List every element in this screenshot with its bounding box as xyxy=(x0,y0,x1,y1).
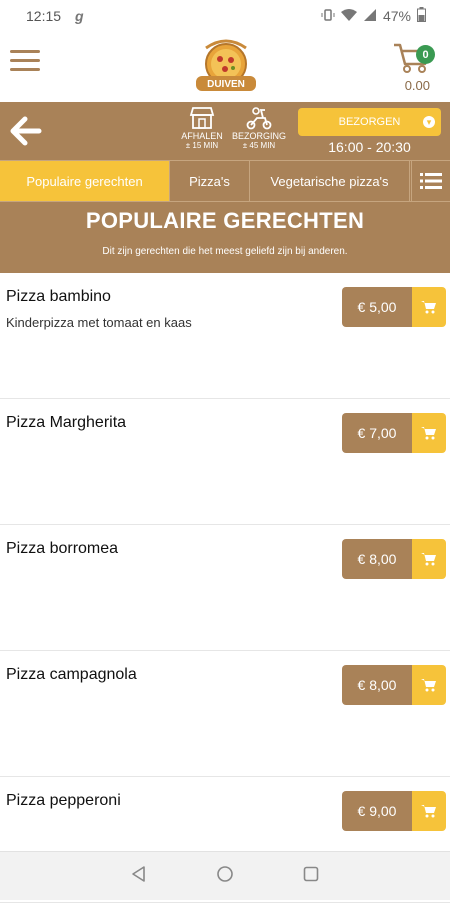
delivery-option[interactable]: BEZORGING ± 45 MIN xyxy=(229,106,289,150)
item-price: € 8,00 xyxy=(342,539,412,579)
pickup-option[interactable]: AFHALEN ± 15 MIN xyxy=(172,106,232,150)
battery-icon xyxy=(417,7,426,25)
item-price: € 5,00 xyxy=(342,287,412,327)
item-price: € 7,00 xyxy=(342,413,412,453)
status-app-glyph: g xyxy=(75,8,84,24)
menu-item[interactable]: Pizza campagnola € 8,00 xyxy=(0,651,450,777)
opening-time-range: 16:00 - 20:30 xyxy=(328,139,411,155)
menu-item[interactable]: Pizza bambino Kinderpizza met tomaat en … xyxy=(0,273,450,399)
section-title: POPULAIRE GERECHTEN xyxy=(85,208,365,233)
list-icon[interactable] xyxy=(411,161,450,201)
cart-add-icon xyxy=(412,665,446,705)
cart-add-icon xyxy=(412,413,446,453)
status-bar: 12:15 g 47% xyxy=(0,0,450,32)
add-to-cart-button[interactable]: € 5,00 xyxy=(342,287,446,327)
nav-back-icon[interactable] xyxy=(130,865,148,888)
chevron-down-icon: ▾ xyxy=(423,116,435,128)
item-price: € 9,00 xyxy=(342,791,412,831)
delivery-time: ± 45 MIN xyxy=(242,141,276,150)
tab-vegetarische-pizzas[interactable]: Vegetarische pizza's xyxy=(250,161,410,201)
item-name: Pizza bambino xyxy=(6,288,111,305)
item-price: € 8,00 xyxy=(342,665,412,705)
scooter-icon xyxy=(229,106,289,130)
menu-icon[interactable] xyxy=(10,50,40,74)
add-to-cart-button[interactable]: € 8,00 xyxy=(342,665,446,705)
shop-icon xyxy=(172,106,232,130)
back-arrow-icon[interactable] xyxy=(8,114,42,148)
section-header: POPULAIRE GERECHTEN Dit zijn gerechten d… xyxy=(0,201,450,274)
add-to-cart-button[interactable]: € 9,00 xyxy=(342,791,446,831)
status-time: 12:15 xyxy=(26,8,62,24)
cart-count-badge: 0 xyxy=(416,45,435,64)
add-to-cart-button[interactable]: € 8,00 xyxy=(342,539,446,579)
item-name: Pizza borromea xyxy=(6,540,119,557)
delivery-select-value: BEZORGEN xyxy=(338,116,401,128)
wifi-icon xyxy=(340,8,357,25)
item-name: Pizza campagnola xyxy=(6,666,137,683)
menu-item-list: Pizza bambino Kinderpizza met tomaat en … xyxy=(0,273,450,903)
cart-add-icon xyxy=(412,791,446,831)
menu-item[interactable]: Pizza borromea € 8,00 xyxy=(0,525,450,651)
cart-total: 0.00 xyxy=(404,78,430,93)
signal-icon xyxy=(363,8,377,25)
delivery-method-select[interactable]: BEZORGEN ▾ xyxy=(298,108,441,136)
pizza-logo-icon[interactable]: DUIVEN xyxy=(192,32,260,102)
nav-home-icon[interactable] xyxy=(216,865,234,888)
nav-recents-icon[interactable] xyxy=(302,865,320,888)
section-subtitle: Dit zijn gerechten die het meest geliefd… xyxy=(102,246,348,257)
cart-add-icon xyxy=(412,287,446,327)
tab-pizzas[interactable]: Pizza's xyxy=(170,161,250,201)
app-header: DUIVEN 0 0.00 xyxy=(0,32,450,102)
item-name: Pizza Margherita xyxy=(6,414,127,431)
category-tabs: Populaire gerechten Pizza's Vegetarische… xyxy=(0,160,450,201)
pickup-label: AFHALEN xyxy=(181,131,223,141)
vibrate-icon xyxy=(321,8,335,25)
svg-text:DUIVEN: DUIVEN xyxy=(207,79,245,90)
menu-item[interactable]: Pizza Margherita € 7,00 xyxy=(0,399,450,525)
battery-percent: 47% xyxy=(382,8,411,24)
cart-add-icon xyxy=(412,539,446,579)
order-bar: AFHALEN ± 15 MIN BEZORGING ± 45 MIN BEZO… xyxy=(0,102,450,160)
delivery-label: BEZORGING xyxy=(231,131,286,141)
add-to-cart-button[interactable]: € 7,00 xyxy=(342,413,446,453)
system-nav-bar xyxy=(0,851,450,900)
item-description: Kinderpizza met tomaat en kaas xyxy=(6,315,192,330)
cart-button[interactable]: 0 0.00 xyxy=(386,42,438,94)
tab-populaire-gerechten[interactable]: Populaire gerechten xyxy=(0,161,170,201)
pickup-time: ± 15 MIN xyxy=(185,141,219,150)
item-name: Pizza pepperoni xyxy=(6,792,121,809)
